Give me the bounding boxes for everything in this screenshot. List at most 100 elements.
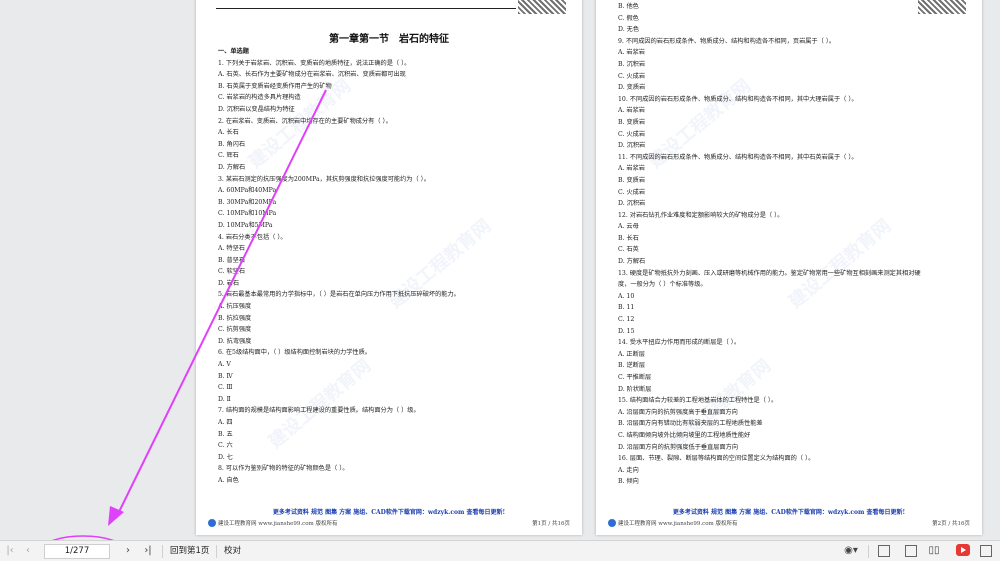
text-line: B. 角闪石 xyxy=(218,140,246,148)
text-line: A. 云母 xyxy=(618,223,639,231)
text-line: C. 抗剪强度 xyxy=(218,326,252,334)
page-number-input[interactable]: 1/277 xyxy=(44,544,110,559)
first-page-icon[interactable]: |‹ xyxy=(4,541,16,561)
text-line: B. 逆断层 xyxy=(618,362,646,370)
pdf-page-2: 建设工程教育网 建设工程教育网 建设工程教育网 B. 他色 C. 假色 D. 无色 9… xyxy=(596,0,982,535)
goto-first-page-button[interactable]: 回到第1页 xyxy=(170,541,209,561)
text-line: D. 15 xyxy=(618,327,635,335)
text-line: C. 岩浆岩的构造多具片理构造 xyxy=(218,94,301,102)
text-line: D. 岩石 xyxy=(218,279,240,287)
next-page-icon[interactable]: › xyxy=(122,541,134,561)
text-line: D. 抗弯强度 xyxy=(218,337,252,345)
text-line: B. 变质岩 xyxy=(618,118,646,126)
last-page-icon[interactable]: ›| xyxy=(142,541,154,561)
text-line: A. 60MPa和40MPa xyxy=(218,187,277,195)
text-line: B. 11 xyxy=(618,304,635,312)
footer-copyright-text: 建设工程教育网 www.jianshe99.com 版权所有 xyxy=(618,520,738,527)
text-line: C. 结构面倾向坡外比倾向坡里的工程地质性能好 xyxy=(618,431,751,439)
text-line: B. 沿层面方向有错动比有软弱夹层的工程地质性能差 xyxy=(618,420,763,428)
text-line: C. Ⅲ xyxy=(218,384,233,392)
text-line: 13. 硬度是矿物抵抗外力刻画、压入或研磨等机械作用的能力。鉴定矿物常用一些矿物… xyxy=(618,269,921,277)
text-line: B. 石英属于变质岩经变质作用产生的矿物 xyxy=(218,82,332,90)
text-line: A. 岩浆岩 xyxy=(618,165,645,173)
text-line: B. 抗拉强度 xyxy=(218,314,252,322)
text-line: 11. 不同成因的岩石形成条件、物质成分、结构和构造各不相同，其中石英岩属于（ … xyxy=(618,153,858,161)
document-viewer[interactable]: 建设工程教育网 建设工程教育网 建设工程教育网 第一章第一节 岩石的特征 一、单… xyxy=(0,0,1000,540)
text-line: D. 无色 xyxy=(618,26,640,34)
single-page-view-icon[interactable] xyxy=(878,545,890,557)
text-line: B. 倾向 xyxy=(618,478,639,486)
play-icon[interactable] xyxy=(956,544,970,556)
text-line: 10. 不同成因的岩石形成条件、物质成分、结构和构造各不相同，其中大理岩属于（ … xyxy=(618,95,858,103)
eye-view-icon[interactable]: ◉▾ xyxy=(842,541,860,561)
text-line: 14. 受水平扭应力作用而形成的断层是（ ）。 xyxy=(618,339,741,347)
text-line: D. 方解石 xyxy=(618,258,646,266)
text-line: A. 四 xyxy=(218,419,233,426)
bottom-toolbar: |‹ ‹ 1/277 › ›| 回到第1页 校对 ◉▾ ▯▯ xyxy=(0,540,1000,561)
site-logo-icon xyxy=(208,519,216,527)
text-line: C. 辉石 xyxy=(218,152,239,160)
text-line: B. 变质岩 xyxy=(618,176,646,184)
text-line: D. 沉积岩 xyxy=(618,200,646,208)
text-line: C. 假色 xyxy=(618,14,639,22)
text-line: B. 长石 xyxy=(618,234,639,242)
footer-promo[interactable]: 更多考试资料 规范 图集 方案 施组、CAD软件下载官网：wdzyk.com 查… xyxy=(596,507,982,516)
pdf-page-1: 建设工程教育网 建设工程教育网 建设工程教育网 第一章第一节 岩石的特征 一、单… xyxy=(196,0,582,535)
text-line: C. 火成岩 xyxy=(618,188,646,196)
text-line: 1. 下列关于岩浆岩、沉积岩、变质岩的地质特征，说法正确的是（ ）。 xyxy=(218,59,411,67)
page-footer: 更多考试资料 规范 图集 方案 施组、CAD软件下载官网：wdzyk.com 查… xyxy=(596,507,982,527)
text-line: 一、单选题 xyxy=(218,48,249,55)
footer-page-number: 第2页 / 共16页 xyxy=(932,520,970,527)
two-page-view-icon[interactable]: ▯▯ xyxy=(925,541,943,561)
text-line: C. 火成岩 xyxy=(618,72,646,80)
footer-copyright: 建设工程教育网 www.jianshe99.com 版权所有 xyxy=(608,519,738,527)
text-line: D. Ⅱ xyxy=(218,395,231,403)
fullscreen-icon[interactable] xyxy=(980,545,992,557)
text-line: D. 阶状断层 xyxy=(618,385,652,393)
text-line: 4. 岩石分类不包括（ ）。 xyxy=(218,233,287,241)
document-view-icon[interactable] xyxy=(905,545,917,557)
text-line: B. 30MPa和20MPa xyxy=(218,198,277,206)
text-line: C. 石英 xyxy=(618,246,639,254)
text-line: A. 石英、长石作为主要矿物成分在岩浆岩、沉积岩、变质岩都可出现 xyxy=(218,71,406,79)
text-line: 8. 可以作为鉴别矿物的特征的矿物颜色是（ ）。 xyxy=(218,465,349,473)
text-line: B. Ⅳ xyxy=(218,372,233,380)
text-line: C. 六 xyxy=(218,442,233,450)
text-line: D. 方解石 xyxy=(218,163,246,171)
text-line: A. 10 xyxy=(618,292,635,300)
text-line: B. 沉积岩 xyxy=(618,60,646,68)
toolbar-divider xyxy=(868,545,869,558)
text-line: 9. 不同成因的岩石形成条件、物质成分、结构和构造各不相同，页岩属于（ ）。 xyxy=(618,37,836,45)
header-rule xyxy=(216,8,516,9)
proofread-button[interactable]: 校对 xyxy=(224,541,241,561)
text-line: D. 变质岩 xyxy=(618,84,646,92)
text-line: D. 七 xyxy=(218,453,233,461)
text-line: 度，一般分为（ ）个标准等级。 xyxy=(618,281,707,289)
toolbar-divider xyxy=(216,545,217,558)
text-line: 7. 结构面的规模是结构面影响工程建设的重要性质。结构面分为（ ）级。 xyxy=(218,407,420,415)
text-line: D. 沉积岩 xyxy=(618,142,646,150)
text-line: 16. 层面、节理、裂隙、断层等结构面的空间位置定义为结构面的（ ）。 xyxy=(618,455,815,463)
page-2-text: B. 他色 C. 假色 D. 无色 9. 不同成因的岩石形成条件、物质成分、结构和构造… xyxy=(618,1,964,488)
site-logo-icon xyxy=(608,519,616,527)
text-line: A. 长石 xyxy=(218,129,239,137)
footer-promo[interactable]: 更多考试资料 规范 图集 方案 施组、CAD软件下载官网：wdzyk.com 查… xyxy=(196,507,582,516)
text-line: 5. 岩石最基本最常用的力学指标中，（ ）是岩石在单向压力作用下抵抗压碎破坏的能… xyxy=(218,291,460,299)
text-line: D. 沉积岩以变晶结构为特征 xyxy=(218,105,295,113)
text-line: A. 自色 xyxy=(218,476,239,484)
text-line: C. 平推断层 xyxy=(618,374,652,381)
qr-code-icon xyxy=(518,0,566,14)
text-line: 2. 在岩浆岩、变质岩、沉积岩中均存在的主要矿物成分有（ ）。 xyxy=(218,117,392,125)
text-line: A. 岩浆岩 xyxy=(618,49,645,57)
toolbar-divider xyxy=(162,545,163,558)
text-line: A. 抗压强度 xyxy=(218,303,252,311)
text-line: A. Ⅴ xyxy=(218,361,231,369)
prev-page-icon[interactable]: ‹ xyxy=(22,541,34,561)
page-title: 第一章第一节 岩石的特征 xyxy=(329,34,449,45)
text-line: C. 10MPa和10MPa xyxy=(218,210,277,218)
text-line: 6. 在5级结构面中，（ ）级结构面控制岩块的力学性质。 xyxy=(218,349,371,357)
text-line: B. 五 xyxy=(218,430,233,438)
footer-copyright: 建设工程教育网 www.jianshe99.com 版权所有 xyxy=(208,519,337,527)
footer-page-number: 第1页 / 共16页 xyxy=(532,520,570,527)
text-line: C. 火成岩 xyxy=(618,130,646,138)
